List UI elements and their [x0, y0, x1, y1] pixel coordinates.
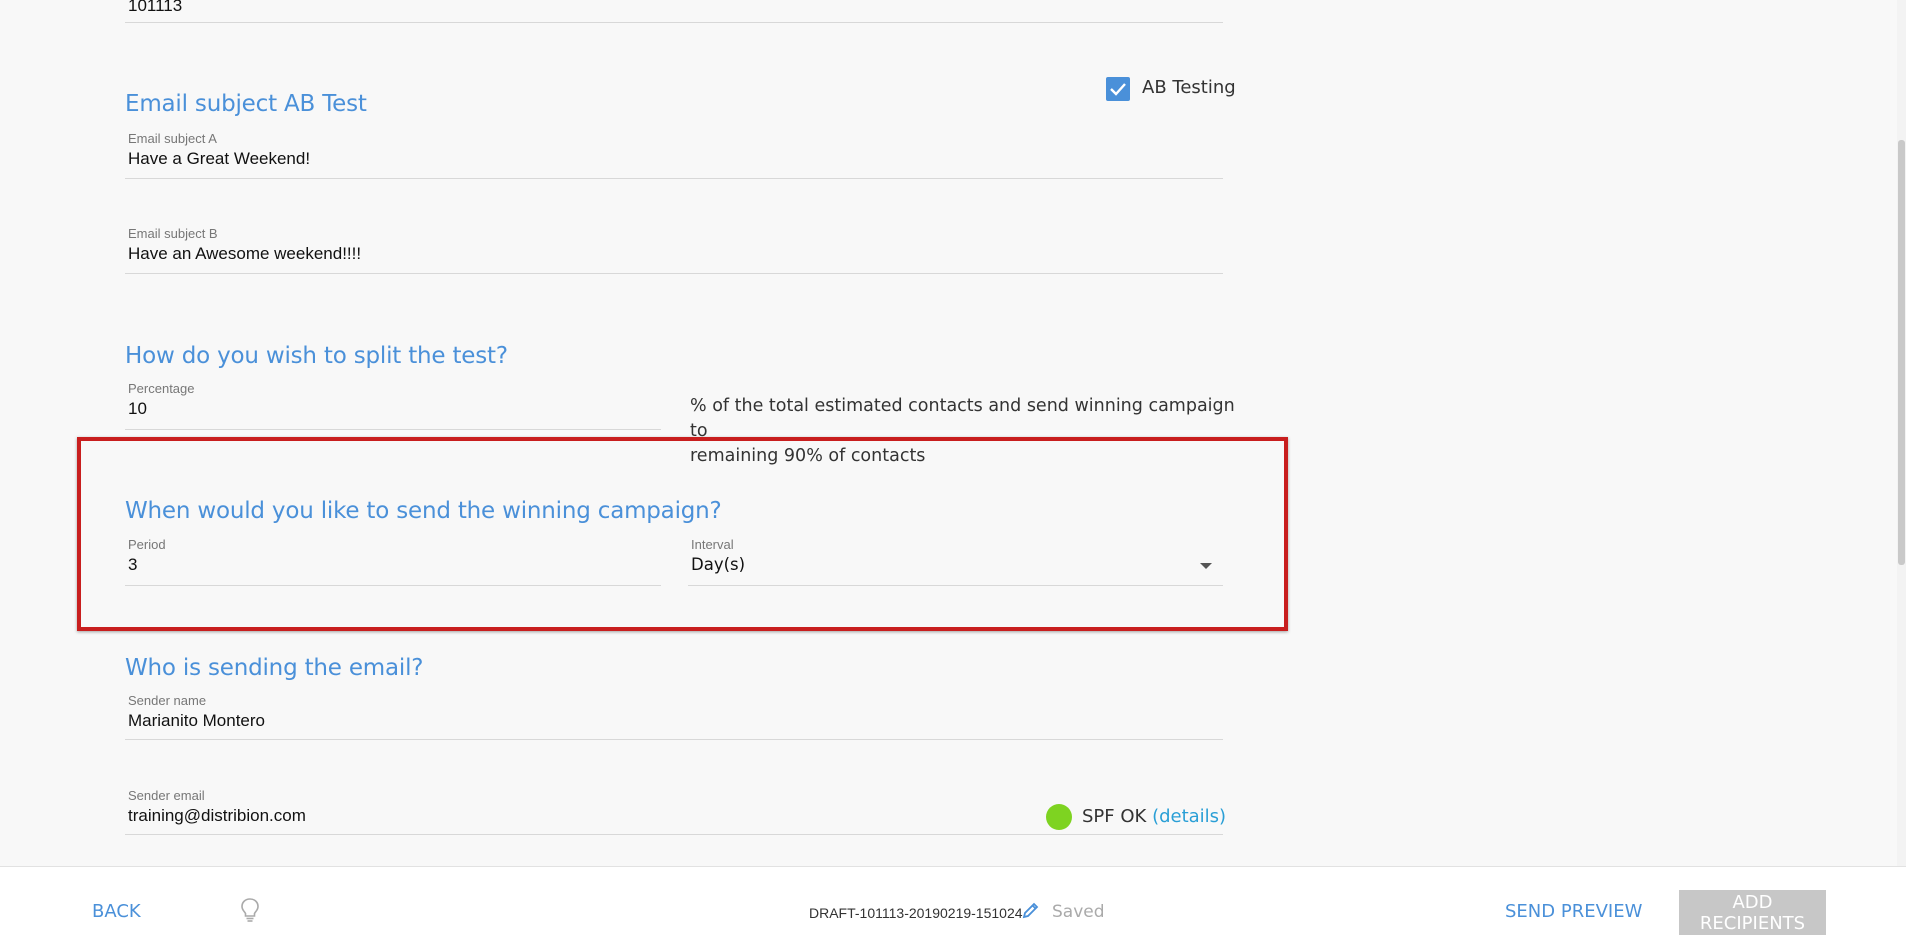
spf-status-icon [1046, 804, 1072, 830]
scrollbar-thumb[interactable] [1898, 140, 1905, 565]
pencil-icon[interactable] [1022, 901, 1040, 924]
send-preview-button[interactable]: SEND PREVIEW [1505, 901, 1642, 922]
saved-status: Saved [1052, 902, 1105, 922]
spf-status-text: SPF OK [1082, 806, 1147, 827]
sender-name-input[interactable]: Marianito Montero [128, 711, 265, 731]
interval-label: Interval [691, 537, 734, 552]
interval-select[interactable]: Interval Day(s) [688, 537, 1223, 586]
percentage-label: Percentage [128, 381, 195, 396]
back-button[interactable]: BACK [92, 901, 141, 922]
sender-name-label: Sender name [128, 693, 207, 708]
interval-value: Day(s) [691, 555, 746, 574]
email-subject-a-label: Email subject A [128, 131, 217, 146]
scrollbar[interactable] [1897, 0, 1906, 866]
email-subject-b-label: Email subject B [128, 226, 218, 241]
winning-campaign-highlight [77, 437, 1288, 631]
chevron-down-icon[interactable] [1200, 563, 1212, 569]
sender-section-title: Who is sending the email? [125, 655, 424, 681]
ab-testing-checkbox[interactable] [1106, 77, 1130, 101]
add-recipients-button[interactable]: ADD RECIPIENTS [1679, 890, 1826, 935]
email-subject-a-input[interactable]: Have a Great Weekend! [128, 149, 310, 169]
period-label: Period [128, 537, 166, 552]
ab-testing-label: AB Testing [1142, 77, 1236, 98]
campaign-id-value: 101113 [128, 0, 183, 15]
percentage-field[interactable]: Percentage 10 [125, 381, 661, 430]
draft-name: DRAFT-101113-20190219-151024 [809, 905, 1023, 921]
period-input[interactable]: 3 [128, 555, 137, 575]
winning-section-title: When would you like to send the winning … [125, 498, 722, 524]
split-section-title: How do you wish to split the test? [125, 343, 508, 369]
subject-section-title: Email subject AB Test [125, 91, 367, 117]
lightbulb-icon[interactable] [240, 897, 260, 928]
percentage-input[interactable]: 10 [128, 399, 147, 419]
sender-name-field[interactable]: Sender name Marianito Montero [125, 693, 1223, 740]
sender-email-input[interactable]: training@distribion.com [128, 806, 306, 826]
spf-details-link[interactable]: (details) [1152, 806, 1226, 827]
email-subject-b-input[interactable]: Have an Awesome weekend!!!! [128, 244, 361, 264]
campaign-id-field[interactable]: 101113 [125, 0, 1223, 23]
check-icon [1110, 83, 1126, 96]
period-field[interactable]: Period 3 [125, 537, 661, 586]
email-subject-b-field[interactable]: Email subject B Have an Awesome weekend!… [125, 226, 1223, 274]
sender-email-label: Sender email [128, 788, 205, 803]
footer-bar: BACK DRAFT-101113-20190219-151024 Saved … [0, 866, 1906, 939]
spf-status: SPF OK (details) [1082, 806, 1226, 827]
email-subject-a-field[interactable]: Email subject A Have a Great Weekend! [125, 131, 1223, 179]
